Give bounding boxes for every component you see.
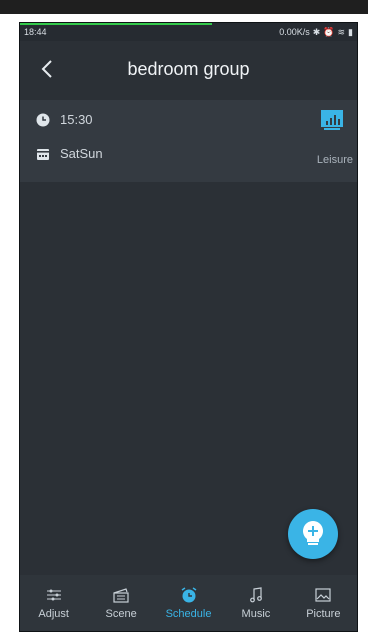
tab-schedule[interactable]: Schedule: [155, 575, 222, 631]
tab-label-picture: Picture: [306, 608, 341, 620]
schedule-days: SatSun: [60, 146, 103, 161]
tab-music[interactable]: Music: [222, 575, 289, 631]
top-frame-bar: [0, 0, 368, 14]
sliders-icon: [46, 589, 61, 601]
schedule-time: 15:30: [60, 112, 93, 127]
scene-label: Leisure: [316, 154, 353, 166]
tab-adjust[interactable]: Adjust: [20, 575, 87, 631]
clock-icon: [36, 113, 50, 126]
page-title: bedroom group: [127, 59, 250, 79]
alarm-clock-icon: [181, 587, 196, 603]
schedule-days-row: SatSun: [36, 146, 103, 161]
schedule-item[interactable]: 15:30 SatSun Leisure: [20, 100, 357, 182]
signal-icon: ▮: [348, 27, 353, 37]
tab-label-music: Music: [241, 608, 271, 620]
status-bar: 18:44 0.00K/s ✱ ⏰ ≋ ▮: [20, 23, 357, 41]
header: bedroom group: [20, 45, 357, 95]
phone-screen: 18:44 0.00K/s ✱ ⏰ ≋ ▮ bedroom group 15:3…: [19, 22, 358, 632]
picture-icon: [315, 588, 331, 602]
bluetooth-icon: ✱: [312, 27, 321, 37]
bottom-tab-bar: Adjust Scene Schedule Music Picture: [20, 575, 357, 631]
tab-picture[interactable]: Picture: [290, 575, 357, 631]
leisure-scene-icon: [321, 110, 343, 130]
schedule-time-row: 15:30: [36, 112, 93, 127]
calendar-icon: [37, 148, 49, 160]
music-note-icon: [250, 587, 262, 603]
add-schedule-button[interactable]: [288, 509, 338, 559]
tab-label-adjust: Adjust: [38, 608, 69, 620]
status-time: 18:44: [24, 27, 47, 37]
tab-label-schedule: Schedule: [165, 608, 212, 620]
wifi-icon: ≋: [337, 27, 346, 37]
status-icons: 0.00K/s ✱ ⏰ ≋ ▮: [279, 27, 353, 38]
net-speed: 0.00K/s: [279, 27, 310, 37]
clapperboard-icon: [113, 588, 129, 603]
tab-scene[interactable]: Scene: [87, 575, 154, 631]
add-bulb-icon: [303, 521, 323, 545]
alarm-icon: ⏰: [323, 27, 335, 37]
tab-label-scene: Scene: [105, 608, 137, 620]
loading-progress: [20, 23, 212, 25]
